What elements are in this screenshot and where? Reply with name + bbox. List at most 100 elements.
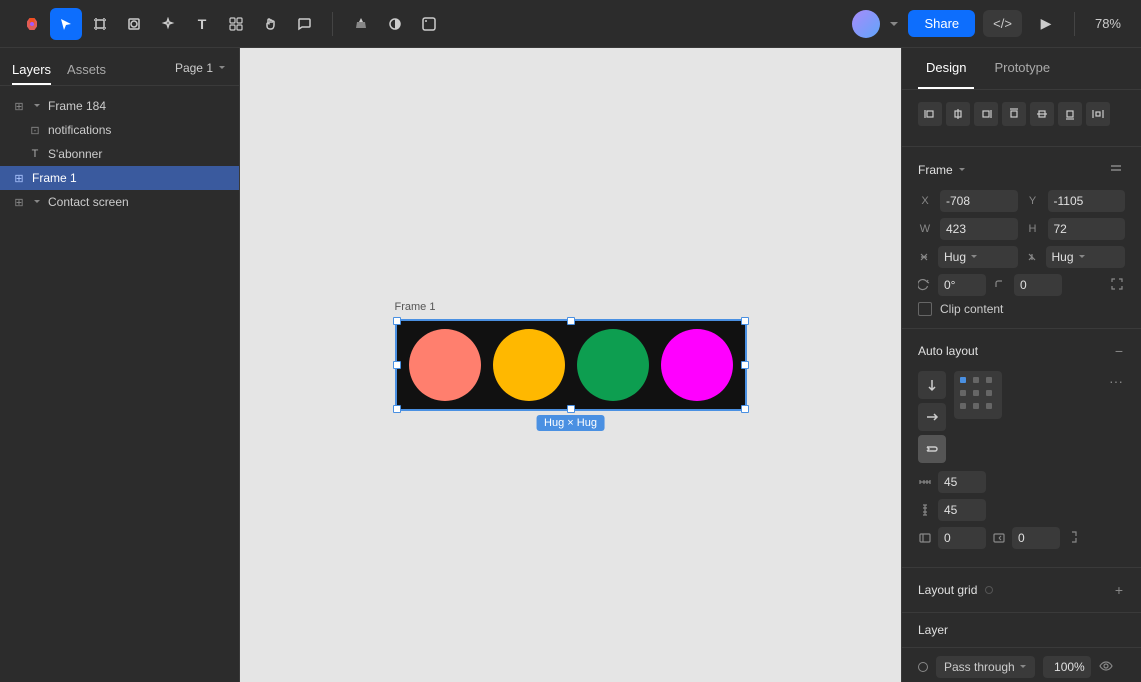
hug-row: Hug Hug <box>918 246 1125 268</box>
grid-dot-mr[interactable] <box>986 390 992 396</box>
resize-mode-btn[interactable] <box>1109 275 1125 295</box>
page-selector[interactable]: Page 1 <box>175 61 227 81</box>
clip-content-checkbox[interactable] <box>918 302 932 316</box>
expand-frame184-icon[interactable] <box>32 101 42 111</box>
opacity-input[interactable] <box>1043 656 1091 678</box>
handle-top-mid[interactable] <box>567 317 575 325</box>
h-spacing-input[interactable] <box>938 471 986 493</box>
handle-top-right[interactable] <box>741 317 749 325</box>
padding-expand-btn[interactable] <box>1066 528 1082 548</box>
handle-bottom-left[interactable] <box>393 405 401 413</box>
grid-dot-ml[interactable] <box>960 390 966 396</box>
frame-expand-btn[interactable] <box>1107 159 1125 180</box>
layer-item-frame1[interactable]: ⊞ Frame 1 <box>0 166 239 190</box>
h-spacing-row <box>918 471 1125 493</box>
align-middle-v-btn[interactable] <box>1030 102 1054 126</box>
layout-wrap-btn[interactable] <box>918 435 946 463</box>
comment-tool-btn[interactable] <box>288 8 320 40</box>
align-top-btn[interactable] <box>1002 102 1026 126</box>
layer-blend-dot <box>918 662 928 672</box>
shape-tool-btn[interactable] <box>118 8 150 40</box>
clip-content-row: Clip content <box>918 302 1125 316</box>
tools-left: T <box>12 8 324 40</box>
auto-layout-minus-btn[interactable]: − <box>1113 341 1125 361</box>
play-button[interactable]: ▶ <box>1030 8 1062 40</box>
grid-dot-bc[interactable] <box>973 403 979 409</box>
distribute-h-btn[interactable] <box>1086 102 1110 126</box>
layout-align-grid[interactable] <box>954 371 1002 419</box>
grid-dot-bl[interactable] <box>960 403 966 409</box>
y-input[interactable] <box>1048 190 1126 212</box>
zoom-indicator[interactable]: 78% <box>1087 12 1129 35</box>
yellow-circle[interactable] <box>493 329 565 401</box>
align-left-btn[interactable] <box>918 102 942 126</box>
layout-horizontal-btn[interactable] <box>918 403 946 431</box>
h-input[interactable] <box>1048 218 1126 240</box>
visibility-btn[interactable] <box>1099 659 1113 676</box>
canvas-area[interactable]: Frame 1 Hug × Hug <box>240 48 901 682</box>
salmon-circle[interactable] <box>409 329 481 401</box>
handle-bottom-mid[interactable] <box>567 405 575 413</box>
pen-tool-btn[interactable] <box>152 8 184 40</box>
text-tool-btn[interactable]: T <box>186 8 218 40</box>
code-button[interactable]: </> <box>983 10 1022 37</box>
rotation-input[interactable] <box>938 274 986 296</box>
w-input[interactable] <box>940 218 1018 240</box>
layout-grid-add-btn[interactable]: + <box>1113 580 1125 600</box>
x-input[interactable] <box>940 190 1018 212</box>
blend-mode-btn[interactable]: Pass through <box>936 656 1035 678</box>
layer-item-sabonner[interactable]: T S'abonner <box>0 142 239 166</box>
expand-contact-icon[interactable] <box>32 197 42 207</box>
share-button[interactable]: Share <box>908 10 975 37</box>
avatar-chevron-icon[interactable] <box>888 18 900 30</box>
handle-top-left[interactable] <box>393 317 401 325</box>
left-panel: Layers Assets Page 1 ⊞ Frame 184 ⊡ notif… <box>0 48 240 682</box>
tab-design[interactable]: Design <box>918 48 974 89</box>
v-spacing-input[interactable] <box>938 499 986 521</box>
frame-box[interactable]: Hug × Hug <box>395 319 747 411</box>
sabonner-icon: T <box>28 148 42 160</box>
handle-mid-right[interactable] <box>741 361 749 369</box>
tab-assets[interactable]: Assets <box>67 56 106 85</box>
grid-dot-tl[interactable] <box>960 377 966 383</box>
padding-left-input[interactable] <box>938 527 986 549</box>
layer-item-notifications[interactable]: ⊡ notifications <box>0 118 239 142</box>
rotation-radius-row <box>918 274 1125 296</box>
figma-menu-btn[interactable] <box>16 8 48 40</box>
padding-right-input[interactable] <box>1012 527 1060 549</box>
grid-dot-tc[interactable] <box>973 377 979 383</box>
handle-mid-left[interactable] <box>393 361 401 369</box>
wh-row: W H <box>918 218 1125 240</box>
right-panel-tabs: Design Prototype <box>902 48 1141 90</box>
frame-tool-btn[interactable] <box>84 8 116 40</box>
hug-y-selector[interactable]: Hug <box>1046 246 1126 268</box>
radius-input[interactable] <box>1014 274 1062 296</box>
align-center-h-btn[interactable] <box>946 102 970 126</box>
hug-x-selector[interactable]: Hug <box>938 246 1018 268</box>
align-right-btn[interactable] <box>974 102 998 126</box>
align-bottom-btn[interactable] <box>1058 102 1082 126</box>
export-tool-btn[interactable] <box>413 8 445 40</box>
green-circle[interactable] <box>577 329 649 401</box>
frame-chevron-icon[interactable] <box>957 165 967 175</box>
grid-dot-mc[interactable] <box>973 390 979 396</box>
handle-bottom-right[interactable] <box>741 405 749 413</box>
component-tool-btn[interactable] <box>220 8 252 40</box>
grid-dot-tr[interactable] <box>986 377 992 383</box>
move-tool-btn[interactable] <box>50 8 82 40</box>
hand-tool-btn[interactable] <box>254 8 286 40</box>
auto-layout-section: Auto layout − <box>902 329 1141 568</box>
layout-vertical-btn[interactable] <box>918 371 946 399</box>
contrast-tool-btn[interactable] <box>379 8 411 40</box>
auto-layout-more-btn[interactable]: ··· <box>1107 371 1125 391</box>
notifications-icon: ⊡ <box>28 124 42 137</box>
grid-dot-br[interactable] <box>986 403 992 409</box>
layer-item-contact-screen[interactable]: ⊞ Contact screen <box>0 190 239 214</box>
tab-layers[interactable]: Layers <box>12 56 51 85</box>
avatar[interactable] <box>852 10 880 38</box>
tab-prototype[interactable]: Prototype <box>986 48 1058 89</box>
h-label: H <box>1026 223 1040 235</box>
layer-item-frame184[interactable]: ⊞ Frame 184 <box>0 94 239 118</box>
fill-tool-btn[interactable] <box>345 8 377 40</box>
magenta-circle[interactable] <box>661 329 733 401</box>
